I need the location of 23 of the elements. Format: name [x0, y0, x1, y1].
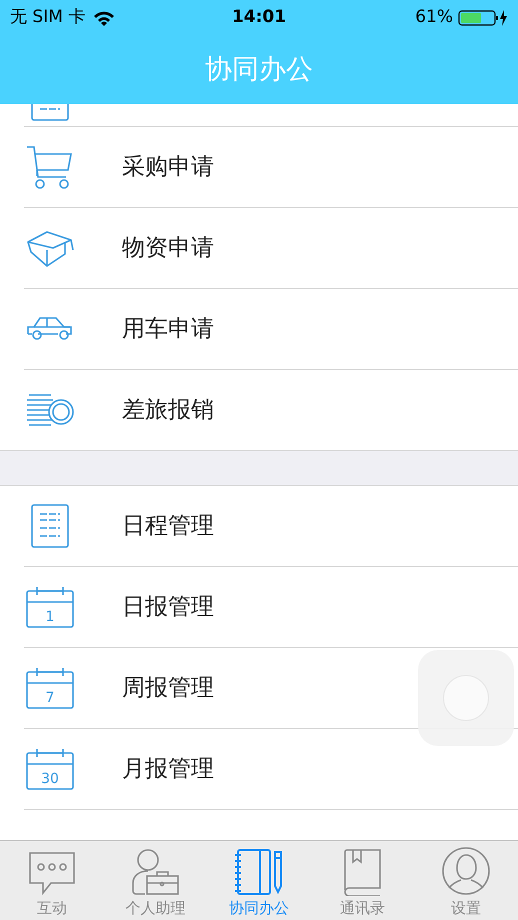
list-icon — [30, 503, 70, 549]
box-icon — [25, 228, 75, 268]
battery-label: 61% — [415, 6, 453, 30]
menu-item-label: 日程管理 — [122, 512, 214, 541]
page-title: 协同办公 — [205, 52, 313, 87]
battery-icon — [458, 9, 508, 27]
carrier-label: 无 SIM 卡 — [10, 6, 86, 30]
chat-icon — [26, 850, 77, 896]
wifi-icon — [93, 10, 116, 26]
menu-item-label: 差旅报销 — [122, 396, 214, 425]
notebook-icon — [234, 848, 284, 896]
cart-icon — [25, 144, 75, 190]
clock-label: 14:01 — [232, 6, 286, 30]
menu-item-label: 月报管理 — [122, 754, 214, 784]
coins-icon — [25, 392, 75, 428]
menu-item-label: 用车申请 — [122, 314, 214, 344]
floating-touch-button[interactable] — [418, 650, 514, 746]
menu-item-label: 采购申请 — [122, 152, 214, 182]
menu-item-label: 日报管理 — [122, 592, 214, 622]
person-briefcase-icon — [130, 848, 180, 896]
avatar-icon — [441, 846, 492, 896]
menu-item-label: 物资申请 — [122, 234, 214, 263]
menu-item-label: 周报管理 — [122, 674, 214, 703]
